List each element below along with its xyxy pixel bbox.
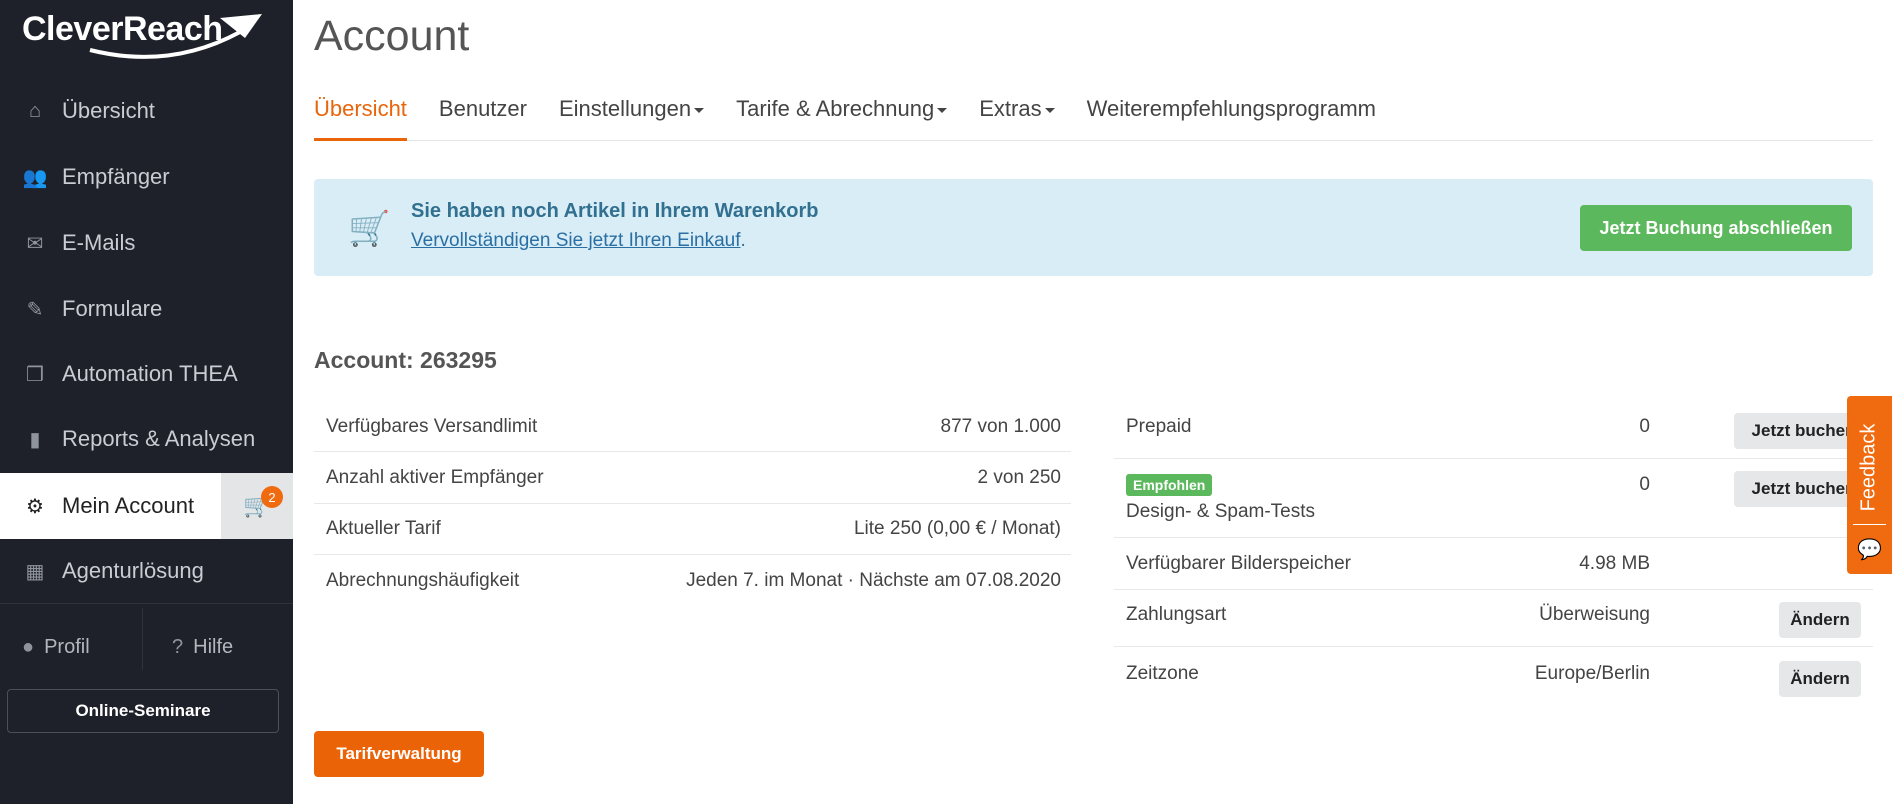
row-value: 4.98 MB	[1579, 553, 1650, 574]
edit-icon: ✎	[26, 298, 44, 321]
caret-down-icon	[937, 107, 948, 113]
row-label: Verfügbares Versandlimit	[326, 416, 538, 437]
divider	[0, 603, 293, 604]
label: Weiterempfehlungsprogramm	[1086, 96, 1376, 121]
caret-down-icon	[1044, 107, 1055, 113]
table-row: Zahlungsart Überweisung Ändern	[1114, 590, 1873, 647]
sidebar-item-emails[interactable]: ✉ E-Mails	[0, 210, 293, 276]
label: Übersicht	[62, 98, 155, 123]
row-value: Überweisung	[1539, 604, 1650, 625]
row-value: Europe/Berlin	[1534, 663, 1650, 684]
home-icon: ⌂	[28, 99, 42, 122]
table-row: Anzahl aktiver Empfänger 2 von 250	[314, 452, 1071, 504]
divider	[142, 608, 143, 670]
tab-extras[interactable]: Extras	[979, 94, 1055, 141]
online-seminare-button[interactable]: Online-Seminare	[7, 689, 279, 733]
sidebar-item-uebersicht[interactable]: ⌂ Übersicht	[0, 78, 293, 144]
divider	[1853, 524, 1886, 525]
row-label: Abrechnungshäufigkeit	[326, 570, 520, 591]
sidebar-item-agentur[interactable]: ▦ Agenturlösung	[0, 538, 293, 604]
profile-link[interactable]: ● Profil	[22, 625, 90, 669]
feedback-tab[interactable]: Feedback 💬	[1847, 396, 1892, 574]
tarifverwaltung-button[interactable]: Tarifverwaltung	[314, 731, 484, 777]
account-right-table: Prepaid 0 Jetzt buchen Empfohlen Design- & …	[1114, 408, 1873, 704]
row-label: Anzahl aktiver Empfänger	[326, 467, 544, 488]
paper-plane-icon	[89, 14, 262, 59]
row-label: Verfügbarer Bilderspeicher	[1126, 553, 1351, 574]
help-link[interactable]: ? Hilfe	[172, 625, 233, 669]
speech-bubbles-icon: 💬	[1857, 539, 1882, 561]
label: Profil	[44, 635, 90, 658]
question-icon: ?	[172, 635, 184, 658]
label: Formulare	[62, 296, 163, 321]
complete-purchase-link[interactable]: Vervollständigen Sie jetzt Ihren Einkauf	[411, 230, 741, 251]
user-icon: ●	[22, 635, 35, 658]
row-label: Zeitzone	[1126, 663, 1199, 684]
account-left-table: Verfügbares Versandlimit 877 von 1.000 An…	[314, 408, 1071, 607]
recommended-badge: Empfohlen	[1126, 474, 1213, 496]
row-label: Prepaid	[1126, 416, 1192, 437]
grid-icon: ▦	[25, 560, 45, 583]
table-row: Abrechnungshäufigkeit Jeden 7. im Monat ·…	[314, 555, 1071, 607]
row-label: Zahlungsart	[1126, 604, 1227, 625]
envelope-icon: ✉	[26, 232, 44, 255]
sidebar: CleverReach ⌂ Übersicht 👥 Empfänger ✉ E-Mai…	[0, 0, 293, 804]
alert-heading: Sie haben noch Artikel in Ihrem Warenkor…	[411, 200, 819, 222]
label: Mein Account	[62, 493, 195, 518]
label: Übersicht	[314, 96, 407, 121]
logo[interactable]: CleverReach	[22, 10, 262, 59]
account-heading: Account: 263295	[314, 347, 497, 373]
bar-chart-icon: ▮	[29, 428, 41, 451]
caret-down-icon	[694, 107, 705, 113]
row-value: Lite 250 (0,00 € / Monat)	[853, 518, 1061, 539]
cart-count-badge: 2	[261, 486, 283, 508]
tab-uebersicht[interactable]: Übersicht	[314, 94, 407, 141]
row-value: 2 von 250	[977, 467, 1061, 488]
table-row: Verfügbarer Bilderspeicher 4.98 MB	[1114, 538, 1873, 590]
table-row: Verfügbares Versandlimit 877 von 1.000	[314, 408, 1071, 452]
table-row: Aktueller Tarif Lite 250 (0,00 € / Monat)	[314, 504, 1071, 555]
label: Hilfe	[193, 635, 234, 658]
timezone-change-button[interactable]: Ändern	[1779, 661, 1861, 697]
label: E-Mails	[62, 230, 136, 255]
label: Tarife & Abrechnung	[736, 96, 935, 121]
label: Reports & Analysen	[62, 426, 256, 451]
table-row: Zeitzone Europe/Berlin Ändern	[1114, 647, 1873, 704]
row-value: 0	[1639, 474, 1650, 495]
cart-alert: 🛒 Sie haben noch Artikel in Ihrem Warenk…	[314, 179, 1873, 276]
label: Empfänger	[62, 164, 170, 189]
row-label: Design- & Spam-Tests	[1126, 501, 1316, 522]
label: Extras	[979, 96, 1042, 121]
cart-icon: 🛒	[348, 210, 391, 248]
punctuation: .	[740, 230, 746, 251]
users-icon: 👥	[22, 166, 48, 189]
tab-weiterempfehlung[interactable]: Weiterempfehlungsprogramm	[1087, 94, 1376, 141]
feedback-label: Feedback	[1857, 423, 1880, 512]
tab-tarife[interactable]: Tarife & Abrechnung	[736, 94, 948, 141]
label: Agenturlösung	[62, 558, 204, 583]
sidebar-item-empfaenger[interactable]: 👥 Empfänger	[0, 144, 293, 210]
label: Automation THEA	[62, 361, 238, 386]
tab-einstellungen[interactable]: Einstellungen	[558, 94, 705, 141]
payment-change-button[interactable]: Ändern	[1779, 602, 1861, 638]
complete-booking-button[interactable]: Jetzt Buchung abschließen	[1580, 205, 1852, 251]
sidebar-item-formulare[interactable]: ✎ Formulare	[0, 276, 293, 342]
cubes-icon: ❒	[26, 363, 44, 386]
tab-bar: Übersicht Benutzer Einstellungen Tarife …	[314, 94, 1873, 141]
sidebar-item-automation[interactable]: ❒ Automation THEA	[0, 341, 293, 407]
gear-icon: ⚙	[26, 495, 44, 518]
row-label: Aktueller Tarif	[326, 518, 441, 539]
table-row: Prepaid 0 Jetzt buchen	[1114, 408, 1873, 459]
row-value: Jeden 7. im Monat · Nächste am 07.08.202…	[686, 570, 1061, 591]
cart-button[interactable]: 🛒 2	[221, 473, 293, 539]
row-value: 877 von 1.000	[940, 416, 1061, 437]
sidebar-item-mein-account[interactable]: ⚙ Mein Account	[0, 473, 221, 539]
page-title: Account	[314, 12, 470, 60]
label: Benutzer	[438, 96, 527, 121]
sidebar-item-reports[interactable]: ▮ Reports & Analysen	[0, 406, 293, 472]
label: Einstellungen	[558, 96, 692, 121]
row-value: 0	[1639, 416, 1650, 437]
tab-benutzer[interactable]: Benutzer	[439, 94, 527, 141]
table-row: Empfohlen Design- & Spam-Tests 0 Jetzt buch…	[1114, 459, 1873, 538]
